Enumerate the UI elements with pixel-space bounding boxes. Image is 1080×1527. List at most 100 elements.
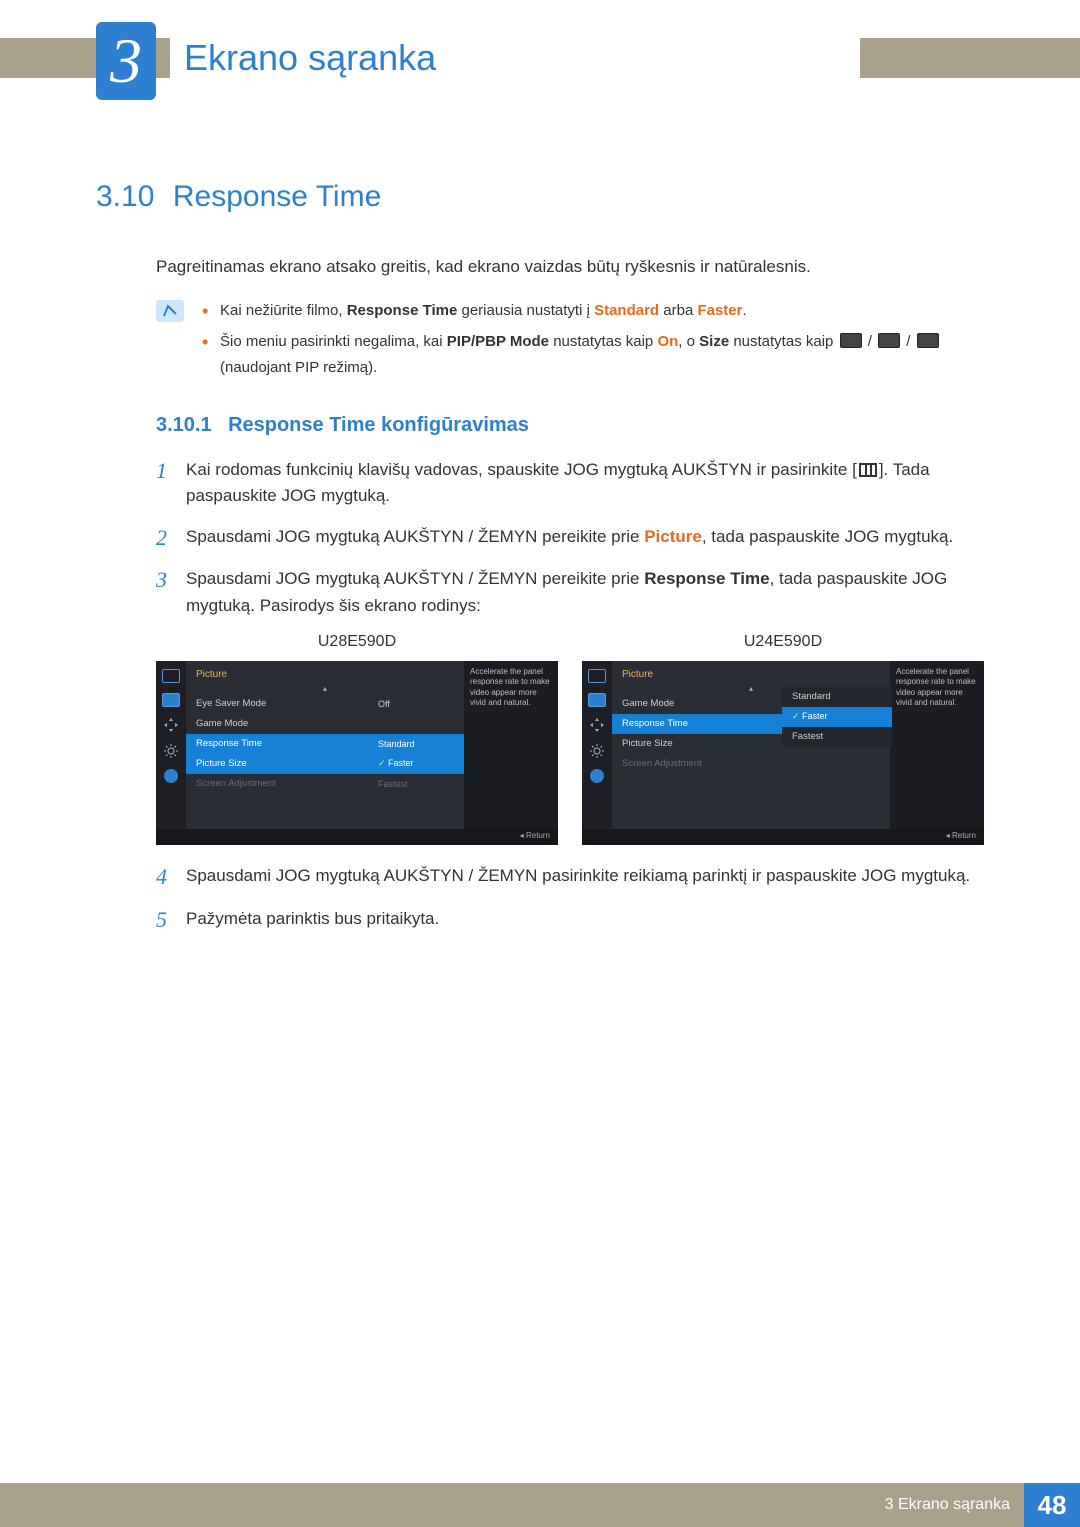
step-4: 4 Spausdami JOG mygtuką AUKŠTYN / ŽEMYN … xyxy=(156,863,984,892)
osd-value: Off xyxy=(378,699,454,709)
step-number: 5 xyxy=(156,906,186,935)
chevron-up-icon: ▴ xyxy=(186,684,464,694)
osd-row: Picture SizeFaster xyxy=(186,754,464,774)
menu-icon xyxy=(859,463,877,477)
note-block: Kai nežiūrite filmo, Response Time geria… xyxy=(156,298,984,387)
move-icon xyxy=(163,717,179,733)
osd-sidebar xyxy=(156,661,186,845)
step-text: Spausdami JOG mygtuką AUKŠTYN / ŽEMYN pe… xyxy=(186,524,984,553)
osd-row: Game Mode xyxy=(186,714,464,734)
osd-screenshot-right: Picture ▴ Game Mode Response Time Pictur… xyxy=(582,661,984,845)
steps-list: 1 Kai rodomas funkcinių klavišų vadovas,… xyxy=(156,457,984,619)
subsection-number: 3.10.1 xyxy=(156,414,212,436)
osd-option: Standard xyxy=(782,687,892,707)
footer-label: 3 Ekrano sąranka xyxy=(885,1496,1010,1514)
osd-preview-row: U28E590D Picture ▴ Eye Saver ModeOff Gam… xyxy=(156,633,984,845)
subsection-title: Response Time konfigūravimas xyxy=(228,414,529,436)
text: PIP/PBP Mode xyxy=(447,333,549,350)
step-number: 4 xyxy=(156,863,186,892)
text: Kai rodomas funkcinių klavišų vadovas, s… xyxy=(186,460,857,479)
osd-label: Picture Size xyxy=(196,758,378,769)
model-label-left: U28E590D xyxy=(156,633,558,651)
osd-row-disabled: Screen Adjustment xyxy=(612,754,890,774)
osd-sidebar xyxy=(582,661,612,845)
osd-return: Return xyxy=(156,829,558,845)
page-number: 48 xyxy=(1024,1483,1080,1527)
step-text: Pažymėta parinktis bus pritaikyta. xyxy=(186,906,984,935)
pip-tab-icon xyxy=(162,693,180,707)
intro-paragraph: Pagreitinamas ekrano atsako greitis, kad… xyxy=(156,254,984,280)
section-title: Response Time xyxy=(173,180,381,213)
text: Spausdami JOG mygtuką AUKŠTYN / ŽEMYN pe… xyxy=(186,527,644,546)
section-number: 3.10 xyxy=(96,180,154,213)
text: Picture xyxy=(644,527,702,546)
page-footer: 3 Ekrano sąranka 48 xyxy=(0,1483,1080,1527)
text: Response Time xyxy=(644,569,769,588)
step-1: 1 Kai rodomas funkcinių klavišų vadovas,… xyxy=(156,457,984,510)
text: Standard xyxy=(594,302,659,319)
text: nustatytas kaip xyxy=(729,333,837,350)
step-text: Spausdami JOG mygtuką AUKŠTYN / ŽEMYN pe… xyxy=(186,566,984,619)
info-tab-icon xyxy=(590,769,604,783)
step-number: 2 xyxy=(156,524,186,553)
subsection-heading: 3.10.1 Response Time konfigūravimas xyxy=(156,414,984,437)
pip-size-icon xyxy=(878,333,900,348)
text: Response Time xyxy=(347,302,458,319)
osd-options-panel: Standard Faster Fastest xyxy=(782,687,892,747)
osd-value: Standard xyxy=(378,739,454,749)
picture-tab-icon xyxy=(588,669,606,683)
osd-option: Fastest xyxy=(782,727,892,747)
osd-label: Eye Saver Mode xyxy=(196,698,378,709)
osd-left-column: U28E590D Picture ▴ Eye Saver ModeOff Gam… xyxy=(156,633,558,845)
settings-icon xyxy=(163,743,179,759)
osd-return: Return xyxy=(582,829,984,845)
chapter-number: 3 xyxy=(110,24,142,98)
step-text: Kai rodomas funkcinių klavišų vadovas, s… xyxy=(186,457,984,510)
pip-size-icon xyxy=(917,333,939,348)
osd-menu-title: Picture xyxy=(612,667,890,684)
text: Faster xyxy=(697,302,742,319)
osd-value: Fastest xyxy=(378,779,454,789)
osd-label: Fastest xyxy=(792,731,882,742)
text: On xyxy=(657,333,678,350)
note-list: Kai nežiūrite filmo, Response Time geria… xyxy=(202,298,984,387)
osd-label: Response Time xyxy=(196,738,378,749)
osd-menu-title: Picture xyxy=(186,667,464,684)
step-5: 5 Pažymėta parinktis bus pritaikyta. xyxy=(156,906,984,935)
note-icon xyxy=(156,300,184,322)
step-number: 3 xyxy=(156,566,186,619)
text: , o xyxy=(678,333,699,350)
osd-row-disabled: Screen AdjustmentFastest xyxy=(186,774,464,794)
text: geriausia nustatyti į xyxy=(457,302,594,319)
osd-label: Standard xyxy=(792,691,882,702)
info-tab-icon xyxy=(164,769,178,783)
step-3: 3 Spausdami JOG mygtuką AUKŠTYN / ŽEMYN … xyxy=(156,566,984,619)
text: Šio meniu pasirinkti negalima, kai xyxy=(220,333,447,350)
text: Spausdami JOG mygtuką AUKŠTYN / ŽEMYN pe… xyxy=(186,569,644,588)
page-content: 3.10 Response Time Pagreitinamas ekrano … xyxy=(96,180,984,948)
text: arba xyxy=(659,302,697,319)
note-item-2: Šio meniu pasirinkti negalima, kai PIP/P… xyxy=(202,329,984,380)
step-number: 1 xyxy=(156,457,186,510)
osd-value: Faster xyxy=(378,758,454,769)
section-heading: 3.10 Response Time xyxy=(96,180,984,214)
osd-label: Faster xyxy=(792,711,868,722)
settings-icon xyxy=(589,743,605,759)
text: , tada paspauskite JOG mygtuką. xyxy=(702,527,953,546)
pip-tab-icon xyxy=(588,693,606,707)
text: Size xyxy=(699,333,729,350)
osd-label: Screen Adjustment xyxy=(622,758,880,769)
osd-label: Screen Adjustment xyxy=(196,778,378,789)
text: Kai nežiūrite filmo, xyxy=(220,302,347,319)
step-text: Spausdami JOG mygtuką AUKŠTYN / ŽEMYN pa… xyxy=(186,863,984,892)
move-icon xyxy=(589,717,605,733)
osd-row-selected: Response TimeStandard xyxy=(186,734,464,754)
osd-description: Accelerate the panel response rate to ma… xyxy=(890,661,984,845)
note-item-1: Kai nežiūrite filmo, Response Time geria… xyxy=(202,298,984,324)
model-label-right: U24E590D xyxy=(582,633,984,651)
osd-row: Eye Saver ModeOff xyxy=(186,694,464,714)
osd-screenshot-left: Picture ▴ Eye Saver ModeOff Game Mode Re… xyxy=(156,661,558,845)
picture-tab-icon xyxy=(162,669,180,683)
pip-size-icon xyxy=(840,333,862,348)
osd-label: Game Mode xyxy=(196,718,378,729)
